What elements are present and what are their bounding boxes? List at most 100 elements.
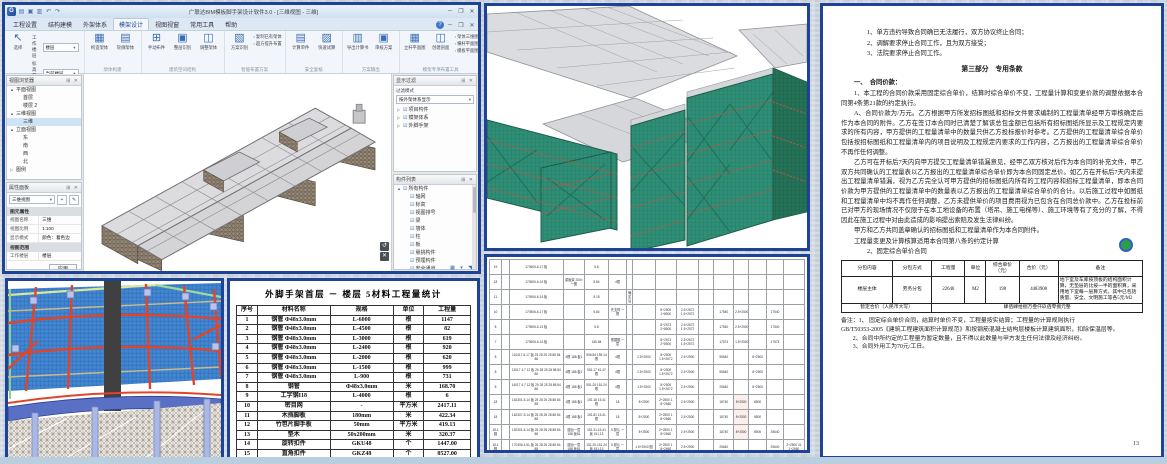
table-cell: 1根 188 板1 — [563, 395, 584, 410]
ribbon-button-方案识别[interactable]: ▧方案识别 — [228, 32, 252, 51]
tree-item-南[interactable]: 南 — [7, 142, 81, 150]
ribbon-field-工作楼层[interactable]: 楼层 — [43, 43, 79, 52]
panel-pin-icon[interactable]: ⊞ ✕ — [66, 78, 79, 84]
apply-button[interactable]: 应用 — [49, 264, 77, 269]
checkbox-icon: ☑ — [410, 241, 414, 249]
tree-item-三维[interactable]: 三维 — [7, 118, 81, 126]
table-cell: 8+2500 — [749, 350, 767, 365]
tree-item-所有构件[interactable]: ▲☑所有构件 — [394, 185, 471, 193]
table-cell: 155.84 — [584, 335, 608, 350]
tree-item-外脚手架[interactable]: ▷☑外脚手架 — [394, 122, 476, 130]
tab-外架体系[interactable]: 外架体系 — [78, 19, 112, 30]
tab-帮助[interactable]: 帮助 — [220, 19, 242, 30]
tree-item-模架体系[interactable]: ▷☑模架体系 — [394, 114, 476, 122]
doc-minimize-icon[interactable]: ─ — [446, 22, 454, 29]
tree-item-视图排号[interactable]: ☑视图排号 — [394, 209, 471, 217]
ribbon-small-button-超方提升布置[interactable]: 超方提升布置 — [254, 41, 282, 47]
tree-item-东[interactable]: 东 — [7, 134, 81, 142]
table-cell: 8 — [237, 382, 258, 392]
close-icon[interactable]: ✕ — [468, 8, 476, 15]
table-cell — [699, 320, 714, 335]
table-cell: 4483908 — [1019, 277, 1058, 304]
table-cell — [749, 290, 767, 305]
tree-item-立面视图[interactable]: ▲立面视图 — [7, 126, 81, 134]
ribbon-button-导出计算书[interactable]: ▥导出计算书 — [346, 32, 370, 51]
tree-item-北[interactable]: 北 — [7, 158, 81, 166]
component-list-scrollbar[interactable] — [472, 185, 476, 269]
tab-结构建模[interactable]: 结构建模 — [43, 19, 77, 30]
tree-item-墙体[interactable]: ☑墙体 — [394, 225, 471, 233]
ribbon-small-button-架体三维图[interactable]: 架体三维图 — [455, 34, 479, 40]
tree-item-标高[interactable]: ☑标高 — [394, 201, 471, 209]
tree-item-轴网[interactable]: ☑轴网 — [394, 193, 471, 201]
table-cell: 钢管 — [258, 382, 331, 392]
qat-icon[interactable]: ↷ — [54, 8, 61, 15]
table-cell: 5.默认 一层 — [609, 440, 627, 454]
ribbon-button-选择[interactable]: ↖选择 — [8, 32, 28, 51]
tree-item-首层[interactable]: 首层 — [7, 94, 81, 102]
qat-icon[interactable]: ↶ — [45, 8, 52, 15]
tab-工程设置[interactable]: 工程设置 — [8, 19, 42, 30]
3d-view-canvas[interactable]: ↺ ✕ — [83, 74, 392, 271]
tree-item-楼层 2[interactable]: 楼层 2 — [7, 102, 81, 110]
status-bar-icons[interactable]: ▦ ▾ ◥ — [450, 265, 474, 271]
material-table: 序号材料名称规格单位工程量1钢管 Φ48x3.0mmL-6000根11472钢管… — [236, 305, 471, 461]
qat-icon[interactable]: ▤ — [18, 8, 25, 15]
ribbon-button-调整架体[interactable]: ◫调整架体 — [197, 32, 221, 51]
tab-常用工具[interactable]: 常用工具 — [185, 19, 219, 30]
tree-item-柱[interactable]: ☑柱 — [394, 233, 471, 241]
ribbon-small-button-模板平面图[interactable]: 模板平面图 — [455, 48, 479, 54]
ribbon-button-创建剖面[interactable]: ◫创建剖面 — [429, 32, 453, 51]
tree-item-板[interactable]: ☑板 — [394, 241, 471, 249]
table-cell: 50x200mm — [330, 430, 393, 440]
add-type-button[interactable]: + — [57, 195, 67, 205]
table-cell: 竹笆片脚手板 — [258, 421, 331, 431]
table-cell — [502, 350, 510, 365]
undo-icon[interactable]: ↺ — [380, 242, 389, 251]
table-cell: 151.25-151.24 板 151.13 — [584, 440, 608, 454]
minimize-icon[interactable]: ─ — [446, 8, 454, 15]
maximize-icon[interactable]: ❐ — [457, 8, 465, 15]
tree-item-西[interactable]: 西 — [7, 150, 81, 158]
table-cell: 18740 — [714, 410, 734, 425]
panel-pin-icon-3[interactable]: ⊞ ✕ — [461, 78, 474, 84]
qat-icon[interactable]: ▥ — [36, 8, 43, 15]
tree-item-梁[interactable]: ☑梁 — [394, 217, 471, 225]
cancel-icon[interactable]: ✕ — [380, 252, 389, 261]
tree-item-悬挑构件[interactable]: ☑悬挑构件 — [394, 249, 471, 257]
type-selector[interactable]: 三维视图 — [9, 195, 55, 204]
tree-item-三维视图[interactable]: ▲三维视图 — [7, 110, 81, 118]
edit-type-button[interactable]: ✎ — [69, 195, 79, 205]
tab-视图视窗[interactable]: 视图视窗 — [150, 19, 184, 30]
table-cell: 170506-6.13 板 — [509, 320, 563, 335]
filter-mode-select[interactable]: 按外架体系显示 — [396, 95, 474, 104]
table-cell: 18 — [490, 395, 502, 410]
help-icon[interactable]: ? — [436, 21, 444, 29]
doc-restore-icon[interactable]: ❐ — [457, 22, 465, 29]
tree-item-图例[interactable]: ▷图例 — [7, 166, 81, 174]
ribbon-button-手动布件[interactable]: ⊞手动布件 — [145, 32, 169, 51]
ribbon-button-整层识别[interactable]: ▣整层识别 — [171, 32, 195, 51]
ribbon-button-计算单件[interactable]: ▤计算单件 — [289, 32, 313, 51]
ribbon-button-icon: ▧ — [233, 32, 246, 45]
ribbon-button-构造架体[interactable]: ▦构造架体 — [88, 32, 112, 51]
table-cell: 19 — [490, 260, 502, 275]
table-cell: 13017 4.7 12 板 25 28 25 28 88 84 88 — [509, 365, 563, 380]
ribbon-button-立杆平面图[interactable]: ▦立杆平面图 — [403, 32, 427, 51]
ribbon-small-button-复制已有架体[interactable]: 复制已有架体 — [254, 34, 282, 40]
tree-item-预埋构件[interactable]: ☑预埋构件 — [394, 257, 471, 265]
qat-icon[interactable]: ▣ — [27, 8, 34, 15]
table-cell — [734, 350, 749, 365]
ribbon-button-快速试算[interactable]: ▨快速试算 — [315, 32, 339, 51]
panel-pin-icon-2[interactable]: ⊞ ✕ — [66, 185, 79, 191]
panel-pin-icon-4[interactable]: ⊞ ✕ — [461, 177, 474, 183]
tree-item-平面视图[interactable]: ▲平面视图 — [7, 86, 81, 94]
ribbon-button-审核方案[interactable]: ▣审核方案 — [372, 32, 396, 51]
doc-close-icon[interactable]: ✕ — [468, 22, 476, 29]
ribbon-small-button-横杆平面图[interactable]: 横杆平面图 — [455, 41, 479, 47]
table-cell: 根 — [393, 392, 423, 402]
tab-模架设计[interactable]: 模架设计 — [113, 18, 149, 30]
tree-item-项目构件[interactable]: ▷☑项目构件 — [394, 106, 476, 114]
table-cell: 8+2500 — [633, 425, 656, 440]
ribbon-button-轮廓架体[interactable]: ▤轮廓架体 — [114, 32, 138, 51]
